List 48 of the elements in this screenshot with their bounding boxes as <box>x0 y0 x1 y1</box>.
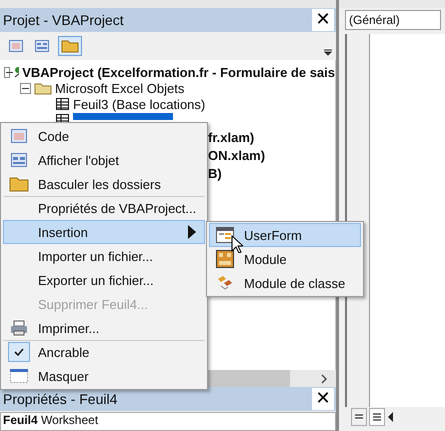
toggle-folders-button[interactable] <box>58 36 82 56</box>
menu-item[interactable]: Importer un fichier... <box>3 244 205 268</box>
tree-item[interactable]: B) <box>208 166 222 180</box>
object-combo[interactable]: Feuil4 Worksheet <box>0 412 336 431</box>
folder-icon <box>9 176 29 192</box>
scroll-left-icon[interactable] <box>387 412 395 422</box>
module-icon <box>216 250 234 268</box>
tree-item[interactable]: VBAProject (Excelformation.fr - Formulaire de sais <box>22 64 335 80</box>
tree-item[interactable]: Microsoft Excel Objets <box>55 80 184 96</box>
window-icon <box>10 369 28 383</box>
userform-icon <box>216 227 234 243</box>
view-object-button[interactable] <box>32 37 52 55</box>
panel-title: Propriétés - Feuil4 <box>3 391 118 407</box>
submenu-arrow-icon <box>188 225 196 239</box>
printer-icon <box>10 320 28 336</box>
class-module-icon <box>216 275 234 291</box>
scrollbar-thumb[interactable] <box>208 370 290 387</box>
menu-item[interactable]: Afficher l'objet <box>3 148 205 172</box>
menu-item[interactable]: UserForm <box>209 223 361 247</box>
procedure-view-button[interactable] <box>351 408 367 426</box>
three-lines-icon <box>373 413 381 421</box>
close-button[interactable]: ✕ <box>312 9 334 31</box>
menu-item[interactable]: Masquer <box>3 364 205 388</box>
menu-item[interactable]: Basculer les dossiers <box>3 172 205 196</box>
menu-item[interactable]: Imprimer... <box>3 316 205 340</box>
menu-item[interactable]: Exporter un fichier... <box>3 268 205 292</box>
tree-item[interactable]: fr.xlam) <box>208 130 254 144</box>
menu-item[interactable]: Module <box>209 247 361 271</box>
close-button[interactable]: ✕ <box>312 388 334 410</box>
menu-item[interactable]: Code <box>3 124 205 148</box>
tree-item[interactable]: ON.xlam) <box>208 148 266 162</box>
menu-item[interactable]: Ancrable <box>3 340 205 364</box>
view-code-button[interactable] <box>6 37 26 55</box>
panel-title: Projet - VBAProject <box>3 12 124 28</box>
code-window-icon <box>11 129 27 143</box>
checkmark-icon <box>14 348 24 356</box>
collapse-box[interactable] <box>20 82 31 94</box>
scroll-right-icon[interactable] <box>320 374 328 384</box>
collapse-box[interactable] <box>4 66 10 78</box>
mouse-cursor-icon <box>231 235 243 253</box>
object-combo[interactable]: (Général) <box>345 10 441 30</box>
tree-item[interactable]: Feuil3 (Base locations) <box>73 96 206 112</box>
form-window-icon <box>11 153 27 167</box>
two-lines-icon <box>355 414 363 420</box>
menu-item[interactable]: Module de classe <box>209 271 361 295</box>
dropdown-arrow-icon[interactable] <box>324 48 332 56</box>
menu-item[interactable]: Insertion <box>3 220 205 244</box>
full-module-view-button[interactable] <box>369 408 385 426</box>
